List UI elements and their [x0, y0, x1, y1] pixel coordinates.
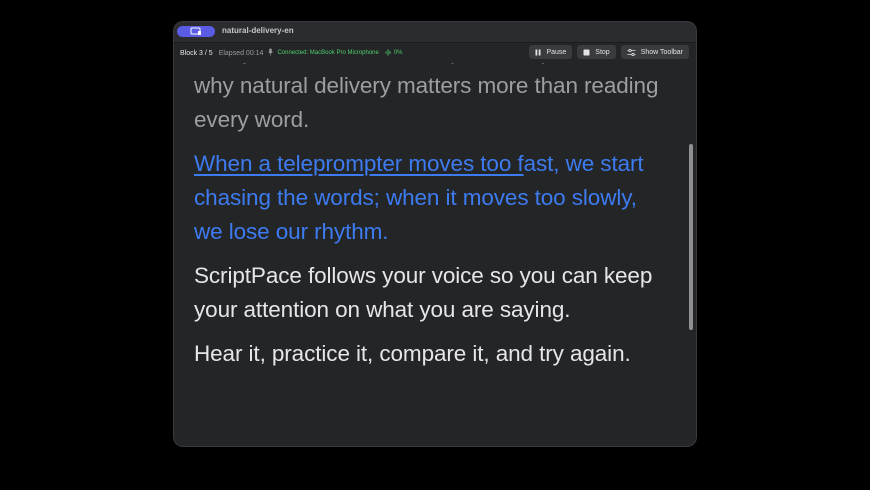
scrollbar-thumb[interactable] — [689, 144, 693, 330]
stop-button-label: Stop — [595, 48, 610, 56]
sliders-icon — [627, 48, 636, 56]
window-title: natural-delivery-en — [222, 26, 294, 35]
pause-button-label: Pause — [546, 48, 567, 56]
show-toolbar-label: Show Toolbar — [640, 48, 683, 56]
stop-button[interactable]: Stop — [577, 45, 616, 59]
pause-button[interactable]: Pause — [529, 45, 573, 59]
teleprompter-window: natural-delivery-en Block 3 / 5 Elapsed … — [174, 22, 696, 446]
toolbar-buttons: Pause Stop Show Toolbar — [529, 45, 689, 59]
script-content[interactable]: Today, I want to use a simple example to… — [194, 63, 670, 446]
script-paragraph-next: ScriptPace follows your voice so you can… — [194, 263, 653, 322]
script-paragraph-previous: Today, I want to use a simple example to… — [194, 63, 659, 132]
status-bar: Block 3 / 5 Elapsed 00:14 Connected: Mac… — [174, 43, 696, 63]
block-counter: Block 3 / 5 — [180, 49, 213, 57]
connection-status: Connected: MacBook Pro Microphone — [277, 50, 379, 56]
microphone-icon — [268, 48, 274, 58]
script-paragraph-current: When a teleprompter moves too fast, we s… — [194, 147, 670, 249]
audio-level-value: 0% — [393, 50, 403, 56]
show-toolbar-button[interactable]: Show Toolbar — [620, 45, 689, 59]
title-bar: natural-delivery-en — [174, 22, 696, 43]
mode-pill[interactable] — [177, 26, 215, 37]
audio-level-icon — [385, 49, 391, 58]
stop-icon — [583, 49, 590, 55]
screen-icon — [190, 27, 201, 35]
script-paragraph-last: Hear it, practice it, compare it, and tr… — [194, 341, 631, 366]
pause-icon — [535, 49, 541, 55]
read-portion: When a teleprompter moves too f — [194, 151, 524, 176]
elapsed-time: Elapsed 00:14 — [218, 49, 264, 57]
status-info: Block 3 / 5 Elapsed 00:14 Connected: Mac… — [180, 48, 403, 58]
